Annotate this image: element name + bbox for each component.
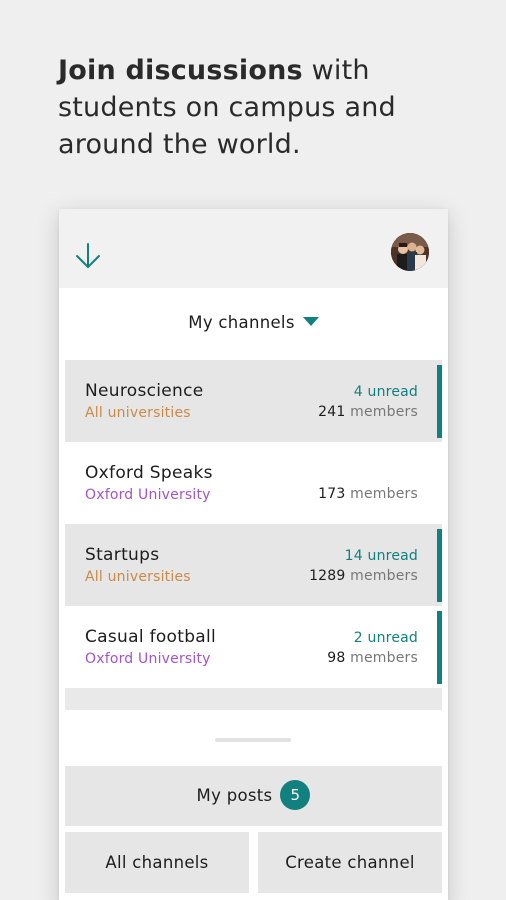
channel-row-startups[interactable]: Startups All universities 14 unread 1289… xyxy=(65,524,442,606)
app-bar xyxy=(59,209,448,288)
unread-count: 2 unread xyxy=(353,630,418,646)
member-word: members xyxy=(345,568,418,584)
unread-indicator xyxy=(437,611,442,684)
caret-down-icon xyxy=(302,317,319,326)
channel-name: Casual football xyxy=(85,627,217,647)
unread-indicator xyxy=(437,365,442,438)
member-number: 241 xyxy=(318,404,346,420)
my-posts-label: My posts xyxy=(196,786,273,805)
channel-list: Neuroscience All universities 4 unread 2… xyxy=(65,360,442,710)
member-word: members xyxy=(345,486,418,502)
unread-indicator xyxy=(437,529,442,602)
channel-org: All universities xyxy=(85,569,191,585)
app-screen: My channels Neuroscience All universitie… xyxy=(59,209,448,900)
create-channel-button[interactable]: Create channel xyxy=(258,832,442,893)
my-channels-dropdown[interactable]: My channels xyxy=(59,313,448,332)
profile-avatar[interactable] xyxy=(391,233,429,271)
unread-count: 14 unread xyxy=(344,548,418,564)
create-channel-label: Create channel xyxy=(285,853,415,872)
channel-row-oxford-speaks[interactable]: Oxford Speaks Oxford University 173 memb… xyxy=(65,442,442,524)
member-number: 98 xyxy=(327,650,346,666)
channel-org: Oxford University xyxy=(85,487,211,503)
posts-count-badge: 5 xyxy=(280,780,311,810)
channel-org: All universities xyxy=(85,405,191,421)
unread-count: 4 unread xyxy=(353,384,418,400)
member-count: 1289 members xyxy=(309,568,418,584)
headline-bold: Join discussions xyxy=(58,55,303,86)
member-word: members xyxy=(345,650,418,666)
all-channels-label: All channels xyxy=(105,853,209,872)
channel-name: Startups xyxy=(85,545,160,565)
arrow-down-icon[interactable] xyxy=(75,242,101,270)
headline: Join discussions with students on campus… xyxy=(58,52,478,163)
channel-name: Oxford Speaks xyxy=(85,463,213,483)
channel-row-casual-football[interactable]: Casual football Oxford University 2 unre… xyxy=(65,606,442,688)
drag-handle[interactable] xyxy=(215,738,291,742)
channel-org: Oxford University xyxy=(85,651,211,667)
channel-name: Neuroscience xyxy=(85,381,204,401)
member-number: 1289 xyxy=(309,568,346,584)
member-count: 241 members xyxy=(318,404,418,420)
member-count: 173 members xyxy=(318,486,418,502)
my-channels-label: My channels xyxy=(188,313,295,332)
member-count: 98 members xyxy=(327,650,418,666)
member-word: members xyxy=(345,404,418,420)
list-footer xyxy=(65,688,442,710)
all-channels-button[interactable]: All channels xyxy=(65,832,249,893)
my-posts-button[interactable]: My posts 5 xyxy=(65,766,442,826)
channel-row-neuroscience[interactable]: Neuroscience All universities 4 unread 2… xyxy=(65,360,442,442)
member-number: 173 xyxy=(318,486,346,502)
